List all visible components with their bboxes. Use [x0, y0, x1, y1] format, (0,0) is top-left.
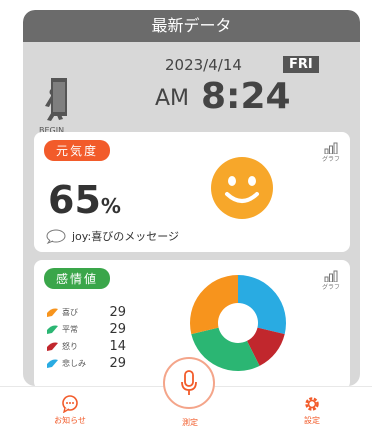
datetime-header: BEGIN 2023/4/14 FRI AM 8:24: [23, 42, 360, 137]
emotion-label: 感情値: [44, 268, 111, 289]
bar-graph-icon: [324, 270, 338, 282]
legend-label: 平常: [62, 325, 78, 334]
donut-slice-悲しみ: [238, 275, 286, 335]
graph-label: グラフ: [321, 284, 340, 291]
legend-label: 怒り: [62, 342, 78, 351]
measure-label: 測定: [182, 418, 198, 427]
flag-icon: [47, 359, 58, 368]
measure-button[interactable]: [163, 357, 215, 409]
chat-bubble-icon: [62, 395, 78, 413]
energy-unit: %: [100, 194, 121, 218]
smiley-face-icon: [211, 157, 273, 219]
settings-label: 設定: [304, 416, 320, 425]
day-of-week-badge: FRI: [283, 56, 319, 73]
exit-icon: [45, 78, 67, 121]
legend-item: 喜び 29: [46, 304, 126, 321]
emotion-donut-chart: [190, 275, 286, 371]
graph-label: グラフ: [321, 156, 340, 163]
notice-button[interactable]: お知らせ: [40, 395, 100, 426]
flag-icon: [47, 325, 58, 334]
energy-card: 元気度 グラフ 65% joy:喜びのメッセージ: [34, 132, 350, 252]
legend-item: 平常 29: [46, 321, 126, 338]
page-title: 最新データ: [23, 10, 360, 42]
energy-graph-button[interactable]: グラフ: [322, 142, 340, 163]
flag-icon: [47, 342, 58, 351]
legend-value: 14: [109, 339, 126, 354]
energy-message: joy:喜びのメッセージ: [46, 228, 179, 244]
speech-bubble-icon: [46, 229, 66, 244]
legend-value: 29: [109, 305, 126, 320]
emotion-legend: 喜び 29 平常 29 怒り 14 悲しみ 29: [46, 304, 126, 372]
notice-label: お知らせ: [54, 416, 86, 425]
gear-icon: [305, 397, 319, 411]
legend-value: 29: [109, 322, 126, 337]
energy-value: 65%: [48, 178, 121, 222]
energy-number: 65: [48, 178, 101, 222]
energy-label: 元気度: [44, 140, 111, 161]
time-text: 8:24: [201, 76, 291, 117]
legend-label: 喜び: [62, 308, 78, 317]
flag-icon: [47, 308, 58, 317]
donut-slice-喜び: [190, 275, 238, 335]
legend-label: 悲しみ: [62, 359, 86, 368]
legend-item: 悲しみ 29: [46, 355, 126, 372]
microphone-icon: [181, 370, 197, 395]
measure-label-wrap: 測定: [160, 417, 220, 428]
ampm-text: AM: [155, 86, 190, 111]
date-text: 2023/4/14: [165, 56, 242, 74]
message-text: joy:喜びのメッセージ: [72, 230, 179, 243]
emotion-graph-button[interactable]: グラフ: [322, 270, 340, 291]
main-panel: 最新データ BEGIN 2023/4/14 FRI AM 8:24 元気度 グラ…: [23, 10, 360, 386]
legend-item: 怒り 14: [46, 338, 126, 355]
legend-value: 29: [109, 356, 126, 371]
settings-button[interactable]: 設定: [282, 395, 342, 426]
bar-graph-icon: [324, 142, 338, 154]
